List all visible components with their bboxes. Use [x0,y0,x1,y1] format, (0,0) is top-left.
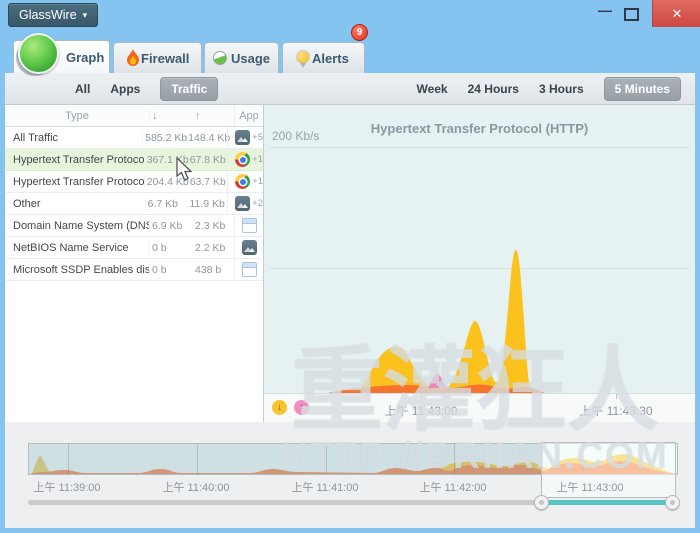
row-upload: 11.9 Kb [185,198,227,210]
usage-sphere-icon [213,51,227,65]
filter-apps[interactable]: Apps [110,82,140,96]
slider-handle-left[interactable] [534,495,549,510]
filter-traffic-selected[interactable]: Traffic [160,77,218,101]
graph-footer: ↓ ↑ 上午 11:43:00 上午 11:43:30 [264,393,695,422]
minute-divider [326,444,327,474]
timeline-panel: 上午 11:39:00 上午 11:40:00 上午 11:41:00 上午 1… [5,422,695,528]
row-download: 6.7 Kb [145,198,186,210]
tab-usage-label: Usage [231,51,270,66]
timeline-label: 上午 11:41:00 [291,479,358,495]
upload-legend-toggle[interactable]: ↑ [294,400,309,415]
time-tick [616,394,617,399]
tab-alerts-label: Alerts [312,51,349,66]
row-name: NetBIOS Name Service [5,242,149,254]
table-row-selected[interactable]: Hypertext Transfer Protocol (... 367.1 K… [5,149,263,171]
filter-all[interactable]: All [75,82,90,96]
graph-time-label: 上午 11:43:00 [384,402,457,419]
row-download: 367.1 Kb [144,154,186,166]
app-count: +2 [252,198,263,209]
chrome-icon [235,152,250,167]
flame-icon [126,49,140,66]
row-upload: 2.2 Kb [191,242,234,254]
app-count: +5 [252,132,263,143]
row-download: 0 b [149,264,191,276]
window-app-icon [242,218,257,233]
header-type[interactable]: Type [5,110,149,122]
row-download: 0 b [149,242,191,254]
tab-graph-label: Graph [66,50,104,65]
alert-pin-icon [296,50,310,64]
traffic-graph: Hypertext Transfer Protocol (HTTP) 200 K… [263,105,695,422]
table-row[interactable]: Microsoft SSDP Enables disc... 0 b 438 b [5,259,263,281]
range-week[interactable]: Week [416,82,447,96]
row-name: All Traffic [5,132,142,144]
timeline-label: 上午 11:42:00 [419,479,486,495]
traffic-table: Type ↓ ↑ App All Traffic 585.2 Kb 148.4 … [5,105,263,422]
tab-alerts[interactable]: Alerts [282,42,365,73]
apps-collage-icon [235,196,250,211]
row-upload: 63.7 Kb [186,176,227,188]
slider-handle-right[interactable] [665,495,680,510]
timeline-label: 上午 11:39:00 [33,479,100,495]
table-row[interactable]: Domain Name System (DNS) 6.9 Kb 2.3 Kb [5,215,263,237]
app-title: GlassWire [19,8,77,22]
graph-time-label: 上午 11:43:30 [579,402,652,419]
minute-divider [68,444,69,474]
glasswire-window: GlassWire ▾ — ✕ Graph Firewall Usage Ale… [0,0,700,533]
minute-divider [454,444,455,474]
maximize-button[interactable] [624,8,639,21]
row-name: Domain Name System (DNS) [5,220,149,232]
glasswire-logo-icon [18,33,59,74]
header-upload-arrow[interactable]: ↑ [191,110,234,122]
filter-toolbar: All Apps Traffic Week 24 Hours 3 Hours 5… [5,73,695,105]
range-slider-selected[interactable] [541,500,672,505]
timeline-label: 上午 11:40:00 [162,479,229,495]
range-24-hours[interactable]: 24 Hours [468,82,519,96]
download-series [352,250,531,394]
close-button[interactable]: ✕ [652,0,700,27]
table-row[interactable]: All Traffic 585.2 Kb 148.4 Kb +5 [5,127,263,149]
row-upload: 2.3 Kb [191,220,234,232]
apps-collage-icon [242,240,257,255]
row-name: Hypertext Transfer Protocol (... [5,154,144,166]
alerts-count-badge: 9 [351,24,368,41]
table-header: Type ↓ ↑ App [5,105,263,127]
row-download: 6.9 Kb [149,220,191,232]
row-upload: 148.4 Kb [184,132,227,144]
apps-collage-icon [235,130,250,145]
table-row[interactable]: NetBIOS Name Service 0 b 2.2 Kb [5,237,263,259]
minimize-button[interactable]: — [598,2,612,18]
row-download: 204.4 Kb [144,176,186,188]
row-name: Hypertext Transfer Protocol o... [5,176,144,188]
row-download: 585.2 Kb [142,132,184,144]
chrome-icon [235,174,250,189]
header-app[interactable]: App [234,105,263,126]
time-tick [421,394,422,399]
download-legend-toggle[interactable]: ↓ [272,400,287,415]
traffic-area-chart [264,105,696,394]
range-5-minutes-selected[interactable]: 5 Minutes [604,77,681,101]
row-name: Other [5,198,145,210]
tab-firewall-label: Firewall [141,51,189,66]
minute-divider [197,444,198,474]
chevron-down-icon: ▾ [83,10,88,21]
timeline-label: 上午 11:43:00 [556,479,623,495]
window-app-icon [242,262,257,277]
range-3-hours[interactable]: 3 Hours [539,82,584,96]
glasswire-menu-button[interactable]: GlassWire ▾ [8,3,98,27]
table-row[interactable]: Other 6.7 Kb 11.9 Kb +2 [5,193,263,215]
header-download-arrow[interactable]: ↓ [149,110,191,122]
app-count: +1 [252,154,263,165]
unselected-overlay [29,444,542,474]
table-row[interactable]: Hypertext Transfer Protocol o... 204.4 K… [5,171,263,193]
app-count: +1 [252,176,263,187]
row-upload: 438 b [191,264,234,276]
row-upload: 67.8 Kb [186,154,227,166]
row-name: Microsoft SSDP Enables disc... [5,264,149,276]
